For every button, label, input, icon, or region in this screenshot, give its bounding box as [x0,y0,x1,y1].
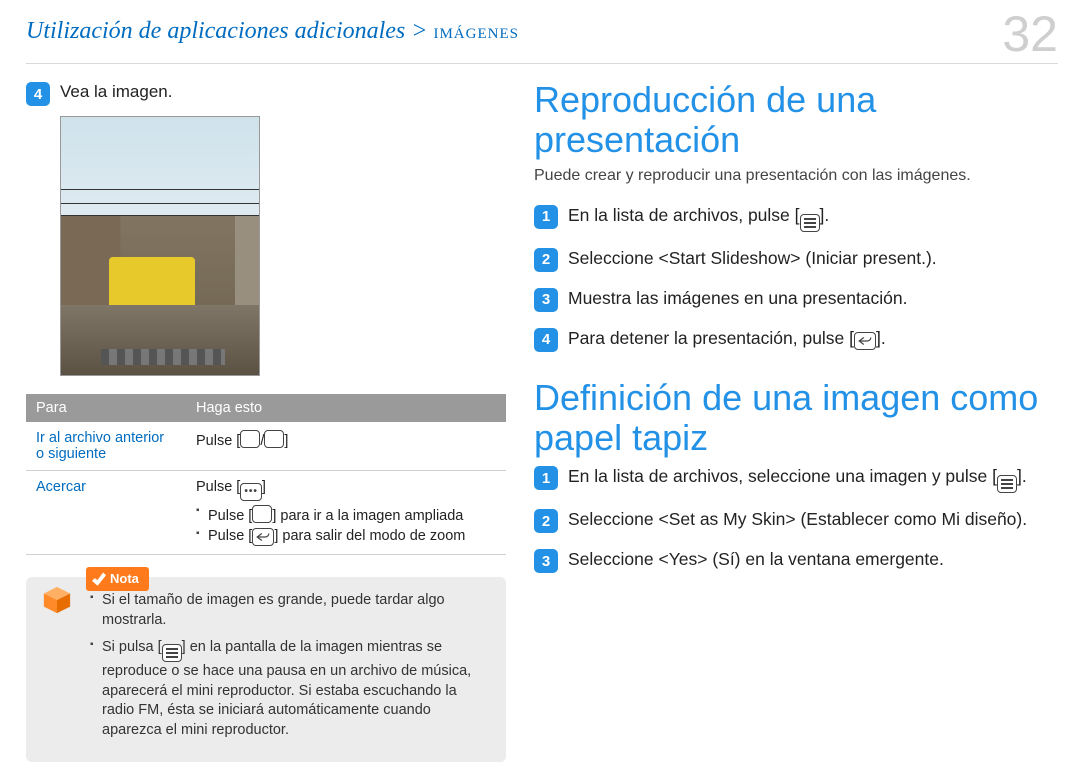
step-badge: 3 [534,288,558,312]
section-title: Definición de una imagen como papel tapi… [534,378,1044,459]
step-badge-4: 4 [26,82,50,106]
step-text: Para detener la presentación, pulse []. [568,326,886,351]
breadcrumb: Utilización de aplicaciones adicionales … [26,18,519,45]
step-text: Seleccione <Set as My Skin> (Establecer … [568,507,1027,532]
step-4: 4 Vea la imagen. [26,80,506,106]
dots-key-icon [240,483,262,501]
op-prev-next: Ir al archivo anterior o siguiente [26,422,186,471]
step: 2 Seleccione <Set as My Skin> (Establece… [534,507,1044,533]
header: Utilización de aplicaciones adicionales … [26,18,1058,64]
menu-key-icon [800,214,820,232]
step-text: En la lista de archivos, pulse []. [568,203,829,232]
note-cube-icon [42,585,72,615]
step-badge: 4 [534,328,558,352]
step: 3 Muestra las imágenes en una presentaci… [534,286,1044,312]
op-zoom: Acercar [26,471,186,555]
step: 2 Seleccione <Start Slideshow> (Iniciar … [534,246,1044,272]
note-box: Nota Si el tamaño de imagen es grande, p… [26,577,506,762]
back-key-icon [252,528,274,546]
section-title: Reproducción de una presentación [534,80,1044,161]
table-row: Ir al archivo anterior o siguiente Pulse… [26,422,506,471]
back-key-icon [854,332,876,350]
section-wallpaper: Definición de una imagen como papel tapi… [534,378,1044,574]
breadcrumb-main: Utilización de aplicaciones adicionales … [26,18,427,44]
step-text: Seleccione <Yes> (Sí) en la ventana emer… [568,547,944,572]
operations-table: Para Haga esto Ir al archivo anterior o … [26,394,506,555]
step-text-4: Vea la imagen. [60,80,172,104]
step-text: Muestra las imágenes en una presentación… [568,286,908,311]
square-key-icon [240,430,260,448]
step-badge: 1 [534,205,558,229]
step: 3 Seleccione <Yes> (Sí) en la ventana em… [534,547,1044,573]
menu-key-icon [162,644,182,662]
op-zoom-do: Pulse [] Pulse [] para ir a la imagen am… [186,471,506,555]
square-key-icon [264,430,284,448]
table-row: Acercar Pulse [] Pulse [] para ir a la i… [26,471,506,555]
square-key-icon [252,505,272,523]
sample-image [61,117,259,375]
section-intro: Puede crear y reproducir una presentació… [534,167,1044,185]
step-badge: 1 [534,466,558,490]
check-icon [92,572,106,586]
th-haga: Haga esto [186,394,506,422]
note-item: Si el tamaño de imagen es grande, puede … [90,591,490,630]
step-badge: 3 [534,549,558,573]
menu-key-icon [997,475,1017,493]
sample-image-frame [60,116,260,376]
step: 1 En la lista de archivos, pulse []. [534,203,1044,232]
breadcrumb-tail: imágenes [433,18,519,43]
page-number: 32 [1002,12,1058,57]
step-text: Seleccione <Start Slideshow> (Iniciar pr… [568,246,937,271]
step-badge: 2 [534,509,558,533]
step: 1 En la lista de archivos, seleccione un… [534,464,1044,493]
step-text: En la lista de archivos, seleccione una … [568,464,1027,493]
note-item: Si pulsa [] en la pantalla de la imagen … [90,638,490,740]
step-badge: 2 [534,248,558,272]
th-para: Para [26,394,186,422]
section-slideshow: Reproducción de una presentación Puede c… [534,80,1044,352]
note-label: Nota [86,567,149,591]
step: 4 Para detener la presentación, pulse []… [534,326,1044,352]
op-prev-next-do: Pulse [/] [186,422,506,471]
